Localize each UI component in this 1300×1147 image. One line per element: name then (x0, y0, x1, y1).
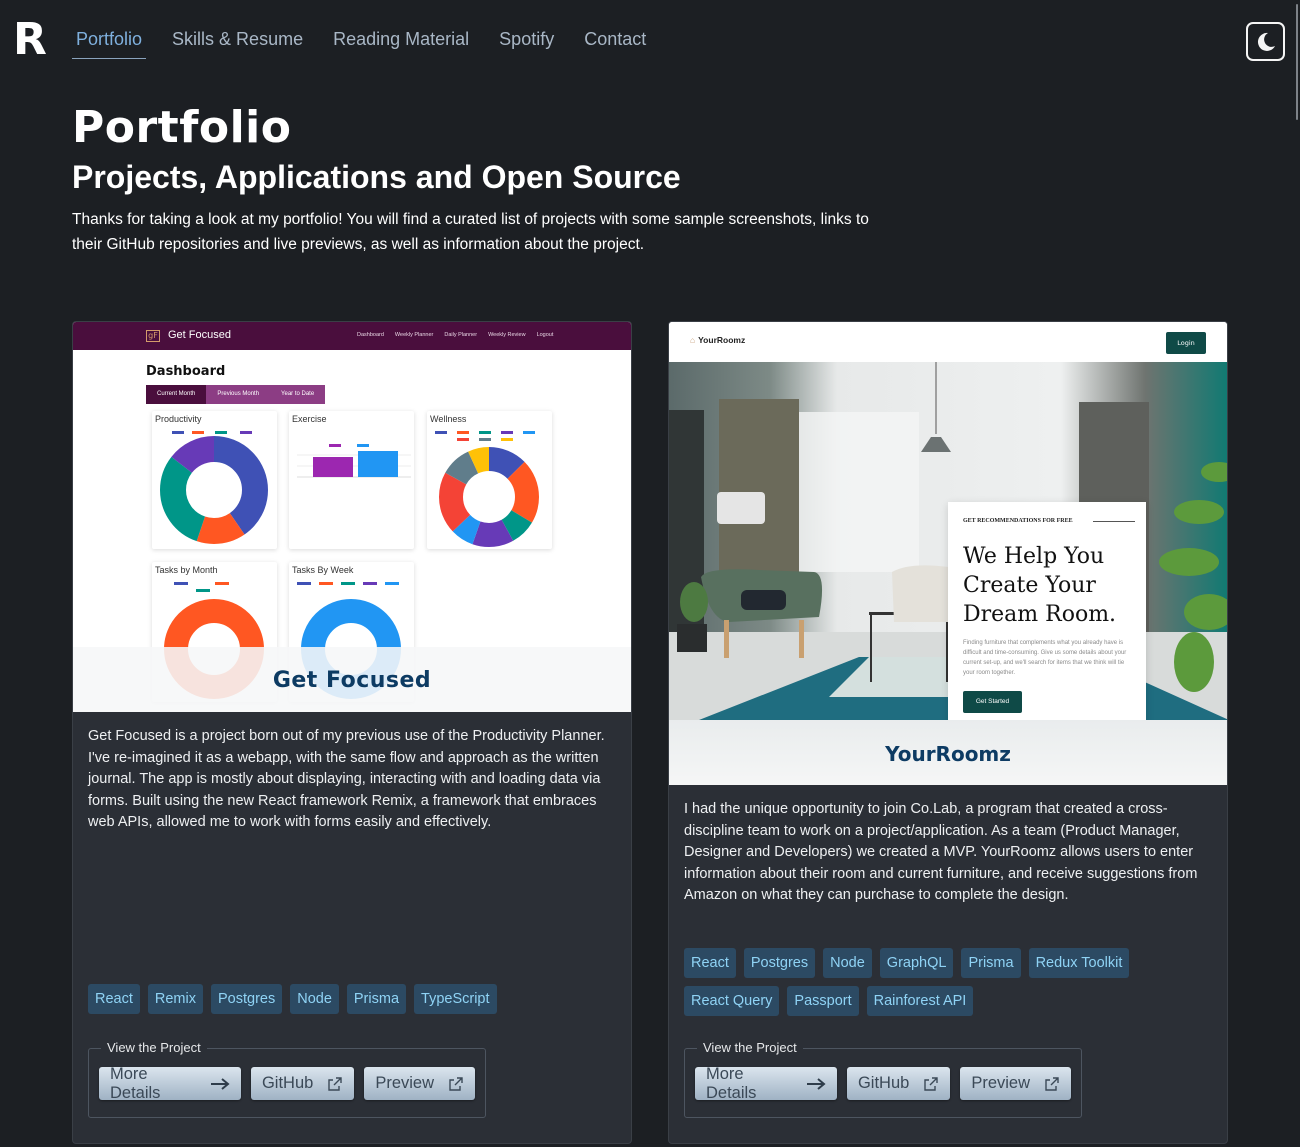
tech-tag: Remix (147, 984, 203, 1014)
gf-brand: Get Focused (168, 329, 231, 341)
tech-tag: TypeScript (414, 984, 497, 1014)
tech-tag: Passport (787, 986, 859, 1016)
room-photo: GET RECOMMENDATIONS FOR FREE We Help You… (669, 362, 1227, 720)
page-title: Portfolio (72, 102, 292, 153)
external-link-icon (448, 1076, 464, 1092)
yr-brand-text: YourRoomz (698, 335, 746, 345)
tech-tags: React Postgres Node GraphQL Prisma Redux… (684, 948, 1214, 1024)
project-screenshot: gF Get Focused Dashboard Weekly Planner … (73, 322, 631, 712)
tech-tag: Postgres (210, 984, 283, 1014)
project-links-buttons: More Details GitHub Preview (99, 1064, 485, 1102)
arrow-right-icon (210, 1077, 230, 1091)
nav-link-contact[interactable]: Contact (580, 26, 650, 59)
project-card-yourroomz: ⌂ YourRoomz Login GET RECOMMENDATIONS FO… (668, 321, 1228, 1144)
gf-panel-wellness: Wellness (427, 411, 552, 549)
preview-label: Preview (375, 1074, 434, 1092)
house-icon: ⌂ (690, 335, 696, 345)
gf-dashboard-heading: Dashboard (146, 364, 226, 379)
moon-icon (1257, 32, 1275, 51)
nav-link-reading-material[interactable]: Reading Material (329, 26, 473, 59)
tech-tag: Rainforest API (866, 986, 974, 1016)
tech-tag: Redux Toolkit (1028, 948, 1130, 978)
page-intro: Thanks for taking a look at my portfolio… (72, 211, 869, 253)
yr-brand: ⌂ YourRoomz (690, 335, 745, 345)
gf-nav-links: Dashboard Weekly Planner Daily Planner W… (357, 332, 564, 338)
nav-link-spotify[interactable]: Spotify (495, 26, 558, 59)
gf-panel-productivity: Productivity (152, 411, 277, 549)
gf-logo: gF (146, 330, 160, 342)
project-links-buttons: More Details GitHub Preview (695, 1064, 1081, 1102)
gf-tab: Previous Month (206, 385, 271, 404)
tech-tags: React Remix Postgres Node Prisma TypeScr… (88, 984, 618, 1022)
site-logo[interactable]: R (13, 16, 47, 64)
nav-links: Portfolio Skills & Resume Reading Materi… (72, 26, 672, 59)
gf-nav-link: Dashboard (357, 332, 384, 338)
tech-tag: Postgres (743, 948, 816, 978)
yr-description: Finding furniture that complements what … (963, 640, 1127, 676)
yr-eyebrow-divider (1093, 521, 1135, 522)
wellness-donut (435, 431, 539, 547)
gf-nav-link: Weekly Review (488, 332, 526, 338)
gf-nav-link: Logout (536, 332, 554, 338)
project-links-group: View the Project More Details GitHub Pre… (88, 1040, 486, 1118)
yr-navbar: ⌂ YourRoomz Login (669, 322, 1227, 362)
top-nav: R Portfolio Skills & Resume Reading Mate… (0, 0, 1300, 80)
nav-link-portfolio[interactable]: Portfolio (72, 26, 147, 59)
preview-label: Preview (971, 1074, 1030, 1092)
external-link-icon (923, 1076, 939, 1092)
project-links-legend: View the Project (697, 1040, 803, 1056)
scrollbar-thumb[interactable] (1296, 4, 1298, 120)
yr-headline: We Help You Create Your Dream Room. (963, 544, 1117, 627)
tech-tag: Node (290, 984, 339, 1014)
screenshot-caption: YourRoomz (885, 742, 1011, 766)
external-link-icon (1044, 1076, 1060, 1092)
tech-tag: Prisma (346, 984, 407, 1014)
gf-tab: Current Month (146, 385, 207, 404)
yr-hero-card: GET RECOMMENDATIONS FOR FREE We Help You… (948, 502, 1146, 720)
tech-tag: Node (823, 948, 872, 978)
tech-tag: Prisma (961, 948, 1021, 978)
yr-eyebrow: GET RECOMMENDATIONS FOR FREE (963, 518, 1073, 524)
gf-panel-exercise: Exercise (289, 411, 414, 549)
project-links-group: View the Project More Details GitHub Pre… (684, 1040, 1082, 1118)
more-details-button[interactable]: More Details (695, 1064, 837, 1102)
github-button[interactable]: GitHub (250, 1067, 355, 1100)
productivity-donut (160, 431, 268, 544)
tech-tag: React Query (684, 986, 780, 1016)
project-links-legend: View the Project (101, 1040, 207, 1056)
github-button[interactable]: GitHub (846, 1067, 951, 1100)
yr-login-button: Login (1166, 332, 1206, 354)
gf-tabs: Current Month Previous Month Year to Dat… (146, 385, 326, 404)
page-subtitle: Projects, Applications and Open Source (72, 159, 681, 195)
gf-nav-link: Weekly Planner (394, 332, 434, 338)
preview-button[interactable]: Preview (960, 1067, 1071, 1100)
tech-tag: React (684, 948, 736, 978)
github-label: GitHub (857, 1074, 910, 1092)
external-link-icon (327, 1076, 343, 1092)
tech-tag: React (88, 984, 140, 1014)
gf-nav-link: Daily Planner (444, 332, 478, 338)
nav-link-skills-resume[interactable]: Skills & Resume (168, 26, 307, 59)
project-card-get-focused: gF Get Focused Dashboard Weekly Planner … (72, 321, 632, 1144)
gf-tab: Year to Date (270, 385, 326, 404)
arrow-right-icon (806, 1077, 826, 1091)
project-description: Get Focused is a project born out of my … (88, 728, 605, 831)
page-scrollbar[interactable] (1294, 0, 1300, 1147)
theme-toggle-button[interactable] (1246, 22, 1285, 61)
more-details-label: More Details (706, 1064, 757, 1102)
project-description: I had the unique opportunity to join Co.… (684, 801, 1198, 904)
tech-tag: GraphQL (879, 948, 954, 978)
more-details-button[interactable]: More Details (99, 1064, 241, 1102)
yr-get-started-button: Get Started (963, 691, 1022, 713)
exercise-bar-chart (297, 444, 411, 478)
preview-button[interactable]: Preview (364, 1067, 475, 1100)
project-screenshot: ⌂ YourRoomz Login GET RECOMMENDATIONS FO… (669, 322, 1227, 785)
more-details-label: More Details (110, 1064, 161, 1102)
screenshot-caption: Get Focused (272, 668, 432, 693)
github-label: GitHub (261, 1074, 314, 1092)
gf-navbar: gF Get Focused Dashboard Weekly Planner … (73, 322, 631, 350)
